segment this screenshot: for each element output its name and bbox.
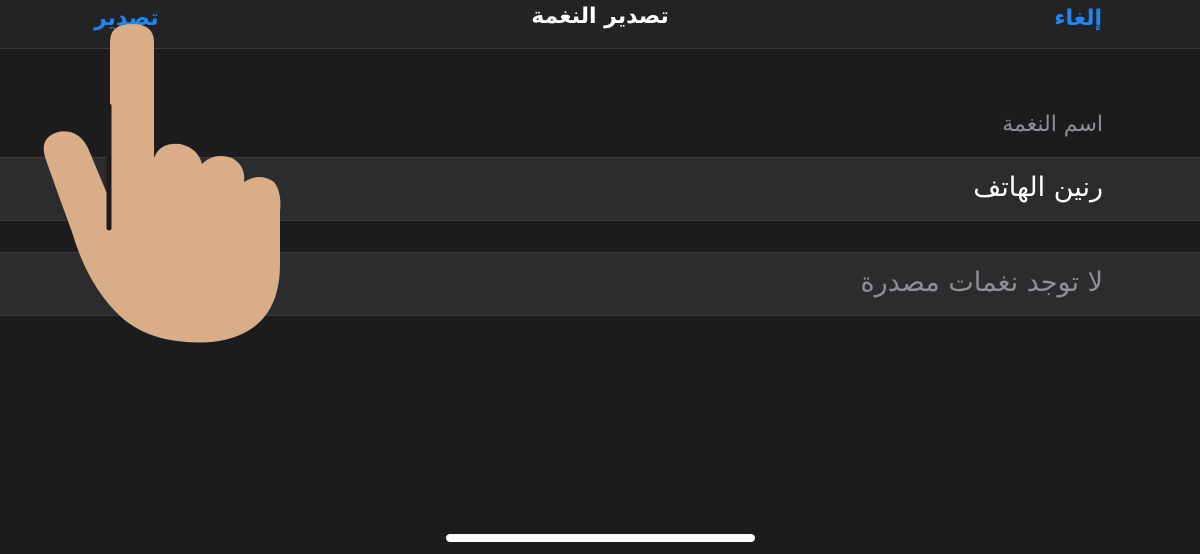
page-title: تصدير النغمة [531,4,669,29]
home-indicator[interactable] [446,534,755,542]
ringtone-name-value[interactable]: رنين الهاتف [973,172,1103,203]
ringtone-name-field[interactable]: رنين الهاتف [0,157,1200,221]
exported-ringtones-list: لا توجد نغمات مصدرة [0,252,1200,316]
export-ringtone-screen: تصدير تصدير النغمة إلغاء اسم النغمة رنين… [0,0,1200,554]
cancel-button[interactable]: إلغاء [1054,6,1102,31]
navigation-bar: تصدير تصدير النغمة إلغاء [0,0,1200,49]
empty-list-message: لا توجد نغمات مصدرة [860,267,1104,298]
section-header-ringtone-name: اسم النغمة [1002,112,1103,137]
